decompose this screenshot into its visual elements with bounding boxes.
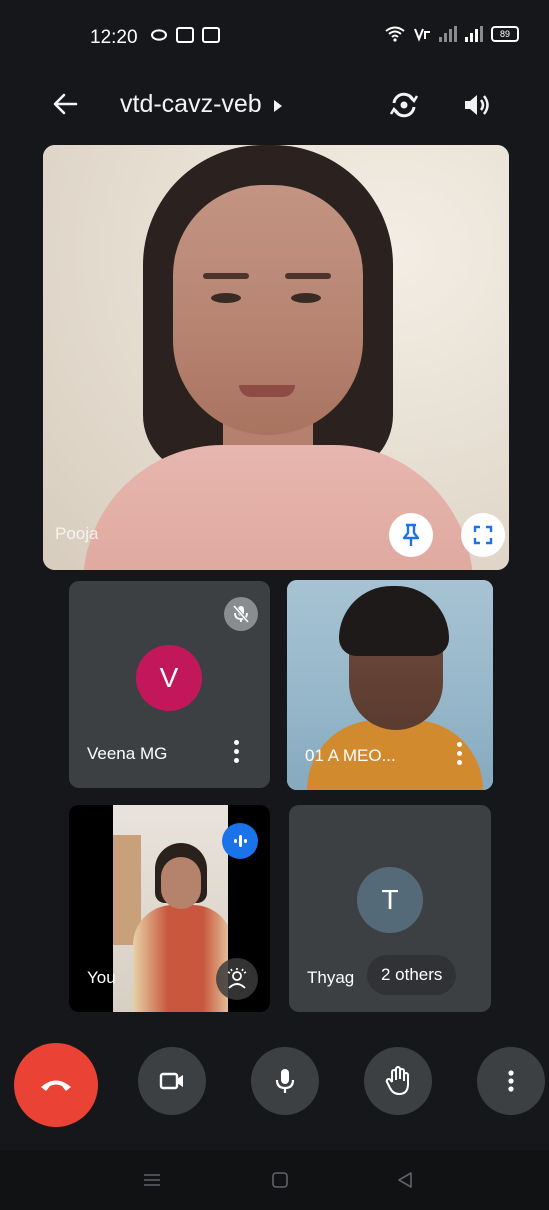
speaker-icon	[465, 95, 489, 115]
participant-video-face	[161, 857, 201, 909]
switch-camera-icon	[389, 92, 419, 118]
participant-tile-self[interactable]: You	[69, 805, 270, 1012]
volte-icon	[414, 28, 430, 42]
camera-toggle-button[interactable]	[138, 1047, 206, 1115]
speaking-indicator-icon	[222, 823, 258, 859]
brow	[285, 273, 331, 279]
avatar: V	[136, 645, 202, 711]
participant-tile-thyag[interactable]: T Thyag 2 others	[289, 805, 491, 1012]
meeting-app-bar: vtd-cavz-veb	[0, 80, 549, 136]
mic-icon	[275, 1069, 295, 1093]
more-vert-icon-dot	[456, 759, 462, 765]
system-nav-bar	[0, 1150, 549, 1210]
caret-right-icon	[273, 100, 282, 112]
notification-icons	[150, 27, 220, 43]
participant-name: Thyag	[307, 968, 355, 987]
more-vert-icon-dot	[456, 750, 462, 756]
avatar: T	[357, 867, 423, 933]
mouth	[239, 385, 295, 397]
notification-icon	[151, 29, 168, 41]
home-icon	[272, 1172, 288, 1188]
eye	[211, 293, 241, 303]
fullscreen-icon	[473, 525, 493, 545]
status-bar: 12:20 89	[0, 0, 549, 80]
mic-toggle-button[interactable]	[251, 1047, 319, 1115]
switch-camera-button[interactable]	[383, 84, 425, 126]
fullscreen-button[interactable]	[461, 513, 505, 557]
more-options-button[interactable]	[477, 1047, 545, 1115]
participant-name: You	[87, 968, 116, 987]
more-options-button[interactable]	[449, 738, 469, 768]
more-vert-icon-dot	[233, 748, 239, 754]
signal-icon	[439, 26, 457, 42]
raise-hand-button[interactable]	[364, 1047, 432, 1115]
back-button[interactable]	[45, 84, 85, 124]
more-vert-icon-dot	[456, 741, 462, 747]
home-button[interactable]	[260, 1162, 300, 1198]
system-icons: 89	[385, 26, 519, 42]
meeting-code: vtd-cavz-veb	[120, 90, 262, 118]
signal-icon	[465, 26, 483, 42]
more-options-button[interactable]	[226, 736, 246, 766]
pin-button[interactable]	[389, 513, 433, 557]
end-call-button[interactable]	[14, 1043, 98, 1127]
call-controls	[0, 1040, 549, 1127]
participant-name: Veena MG	[87, 744, 168, 763]
effects-icon	[227, 968, 247, 989]
others-count-chip[interactable]: 2 others	[367, 955, 457, 995]
pin-icon	[402, 523, 420, 546]
nav-back-button[interactable]	[385, 1162, 425, 1198]
participant-tile-veena[interactable]: V Veena MG	[69, 581, 270, 788]
effects-button[interactable]	[216, 958, 258, 1000]
notification-icon	[202, 27, 220, 43]
video-camera-icon	[159, 1072, 183, 1090]
self-video	[113, 805, 228, 1012]
meet-call-screen: 12:20 89 vtd-cavz-veb Pooja V Veena MG 0…	[0, 0, 549, 1210]
menu-icon	[144, 1174, 160, 1186]
participant-name: 01 A MEO...	[305, 746, 396, 765]
participant-video-face	[173, 185, 363, 435]
more-vert-icon-dot	[233, 757, 239, 763]
notification-icon	[176, 27, 194, 43]
end-call-icon	[41, 1080, 71, 1091]
eye	[291, 293, 321, 303]
back-triangle-icon	[398, 1172, 412, 1188]
arrow-left-icon	[53, 93, 78, 115]
more-vert-icon-dot	[233, 739, 239, 745]
recent-apps-button[interactable]	[132, 1162, 172, 1198]
more-vert-icon	[508, 1070, 514, 1092]
status-time: 12:20	[90, 27, 138, 48]
main-participant-name: Pooja	[55, 524, 99, 543]
audio-output-button[interactable]	[455, 84, 497, 126]
participant-video-body	[133, 905, 228, 1012]
wifi-icon	[385, 26, 405, 42]
participant-tile-mec[interactable]: 01 A MEO...	[287, 580, 493, 790]
raise-hand-icon	[385, 1066, 409, 1095]
main-video-tile[interactable]: Pooja	[43, 145, 509, 570]
meeting-code-button[interactable]: vtd-cavz-veb	[120, 90, 282, 119]
muted-badge	[224, 597, 258, 631]
battery-icon: 89	[491, 26, 519, 42]
mic-off-icon	[232, 604, 250, 624]
brow	[203, 273, 249, 279]
